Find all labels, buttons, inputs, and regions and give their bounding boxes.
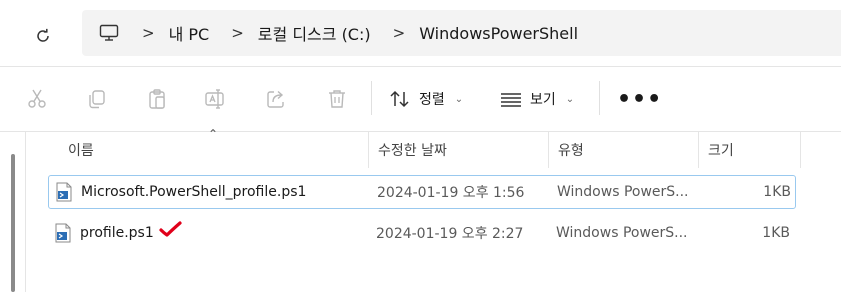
navigation-bar: > 내 PC > 로컬 디스크 (C:) > WindowsPowerShell <box>0 0 841 66</box>
delete-button[interactable] <box>323 85 351 113</box>
chevron-right-icon[interactable]: > <box>142 24 155 42</box>
column-separator[interactable] <box>548 132 549 168</box>
scissors-icon <box>28 89 46 108</box>
file-date: 2024-01-19 오후 2:27 <box>376 226 524 242</box>
column-header: 이름 수정한 날짜 유형 크기 <box>48 132 828 168</box>
pane-divider[interactable] <box>25 132 26 292</box>
file-size: 1KB <box>762 225 790 241</box>
chevron-right-icon[interactable]: > <box>231 24 244 42</box>
copy-button[interactable] <box>83 85 111 113</box>
powershell-script-icon <box>56 182 72 202</box>
share-button[interactable] <box>262 85 290 113</box>
column-separator[interactable] <box>698 132 699 168</box>
share-icon <box>267 90 284 108</box>
column-header-size[interactable]: 크기 <box>708 132 734 168</box>
column-header-name[interactable]: 이름 <box>68 132 94 168</box>
address-bar[interactable]: > 내 PC > 로컬 디스크 (C:) > WindowsPowerShell <box>82 10 841 56</box>
toolbar-separator <box>599 81 600 115</box>
file-name-cell: Microsoft.PowerShell_profile.ps1 <box>55 176 306 208</box>
view-list-icon <box>501 93 521 107</box>
sort-icon <box>390 90 409 108</box>
file-name: Microsoft.PowerShell_profile.ps1 <box>81 184 307 200</box>
file-type: Windows PowerS... <box>557 184 687 200</box>
file-name: profile.ps1 <box>80 225 154 241</box>
breadcrumb-local-disk[interactable]: 로컬 디스크 (C:) <box>258 21 371 45</box>
refresh-icon <box>37 28 49 42</box>
more-options-button[interactable]: ••• <box>617 87 662 112</box>
powershell-script-icon <box>55 223 71 243</box>
paste-button[interactable] <box>143 85 171 113</box>
clipboard-icon <box>149 89 165 109</box>
sort-button[interactable]: 정렬 ⌄ <box>389 85 463 113</box>
file-date: 2024-01-19 오후 1:56 <box>377 185 525 201</box>
chevron-down-icon: ⌄ <box>565 93 575 105</box>
breadcrumb-windowspowershell[interactable]: WindowsPowerShell <box>419 24 578 43</box>
chevron-down-icon: ⌄ <box>454 93 464 105</box>
column-separator[interactable] <box>368 132 369 168</box>
column-header-type[interactable]: 유형 <box>558 132 584 168</box>
trash-icon <box>329 90 345 108</box>
toolbar-separator <box>371 81 372 115</box>
view-label: 보기 <box>530 92 556 108</box>
cut-button[interactable] <box>23 85 51 113</box>
scrollbar-thumb[interactable] <box>11 154 15 292</box>
computer-icon[interactable] <box>98 22 120 44</box>
command-bar: 정렬 ⌄ 보기 ⌄ ••• <box>0 67 841 131</box>
column-separator[interactable] <box>800 132 801 168</box>
rename-button[interactable] <box>202 85 230 113</box>
file-type: Windows PowerS... <box>556 225 686 241</box>
file-size: 1KB <box>763 184 791 200</box>
chevron-right-icon[interactable]: > <box>393 24 406 42</box>
rename-icon <box>205 89 224 109</box>
file-row[interactable]: Microsoft.PowerShell_profile.ps1 2024-01… <box>48 175 796 209</box>
red-checkmark-annotation-icon <box>159 221 182 237</box>
column-header-date[interactable]: 수정한 날짜 <box>378 132 447 168</box>
refresh-button[interactable] <box>29 22 57 50</box>
sort-label: 정렬 <box>419 92 445 108</box>
copy-icon <box>89 90 105 109</box>
breadcrumb-this-pc[interactable]: 내 PC <box>169 21 210 45</box>
file-name-cell: profile.ps1 <box>54 217 154 249</box>
view-button[interactable]: 보기 ⌄ <box>500 85 574 113</box>
